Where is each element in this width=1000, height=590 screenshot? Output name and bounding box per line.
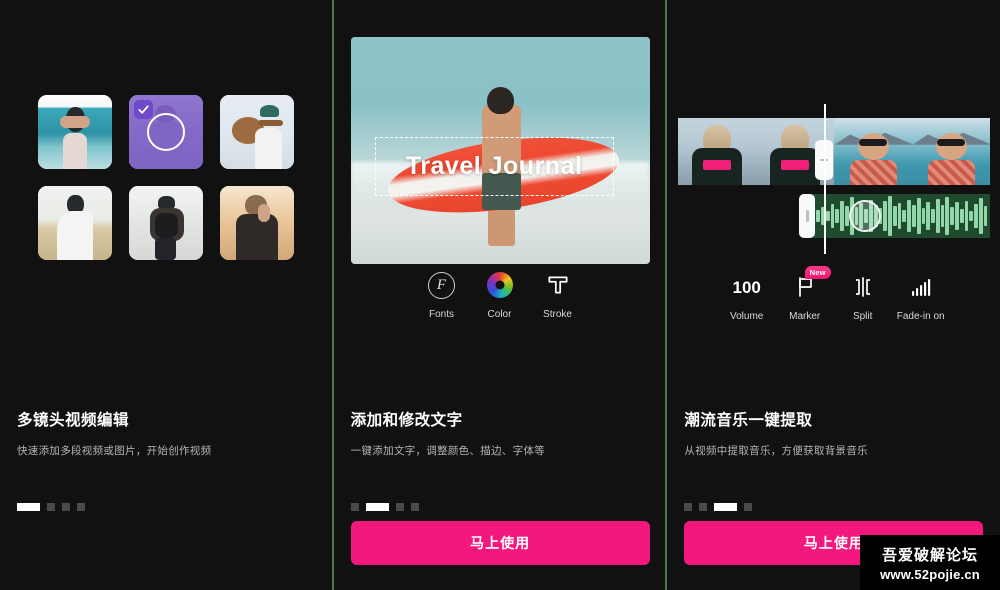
thumbnail-beach-dance[interactable] (37, 95, 112, 169)
color-tool[interactable]: Color (471, 270, 529, 320)
panel-copy: 添加和修改文字 一键添加文字，调整颜色、描边、字体等 (351, 408, 649, 458)
page-indicator[interactable] (350, 503, 419, 511)
watermark-title: 吾爱破解论坛 (881, 546, 978, 564)
volume-tool-label: Volume (729, 311, 764, 322)
split-icon (851, 272, 875, 302)
audio-trim-handle[interactable] (799, 194, 816, 238)
stroke-t-icon (545, 270, 571, 300)
page-dot-2[interactable] (365, 503, 389, 511)
fonts-tool[interactable]: F Fonts (413, 270, 471, 320)
playhead[interactable] (824, 104, 827, 254)
fade-in-tool[interactable]: Fade-in on (892, 272, 950, 322)
page-title: 潮流音乐一键提取 (684, 412, 813, 429)
panel-multi-clip: 多镜头视频编辑 快速添加多段视频或图片，开始创作视频 (0, 0, 332, 590)
stroke-tool[interactable]: Stroke (529, 270, 587, 320)
onboarding-screens: 多镜头视频编辑 快速添加多段视频或图片，开始创作视频 Travel Journa… (0, 0, 1000, 590)
new-badge: New (804, 266, 831, 279)
page-indicator[interactable] (684, 503, 753, 511)
text-overlay-selection[interactable]: Travel Journal (374, 136, 614, 196)
page-dot-1[interactable] (17, 503, 40, 511)
page-dot-1[interactable] (350, 503, 359, 511)
marker-tool[interactable]: New Marker (776, 266, 834, 322)
audio-toolbar: 100 Volume New Marker Split Fade-in on (667, 266, 1000, 323)
page-dot-3[interactable] (714, 503, 738, 511)
watermark: 吾爱破解论坛 www.52pojie.cn (860, 535, 1000, 590)
timeline-frame[interactable] (912, 118, 991, 185)
check-icon (133, 100, 153, 119)
split-tool-label: Split (852, 311, 873, 322)
page-subtitle: 一键添加文字，调整颜色、描边、字体等 (350, 445, 546, 457)
volume-number-icon: 100 (732, 277, 761, 297)
page-dot-1[interactable] (684, 503, 693, 511)
page-dot-4[interactable] (744, 503, 753, 511)
split-tool[interactable]: Split (834, 272, 892, 322)
video-preview[interactable]: Travel Journal (350, 37, 650, 264)
text-toolbar: F Fonts Color Stroke (334, 270, 666, 320)
thumbnail-field-dress[interactable] (37, 186, 112, 260)
audio-track[interactable] (813, 194, 991, 238)
fade-in-tool-label: Fade-in on (896, 311, 945, 322)
watermark-url: www.52pojie.cn (880, 566, 980, 582)
selection-circle-icon (146, 113, 185, 151)
thumbnail-couple-selected[interactable] (128, 95, 203, 169)
page-title: 多镜头视频编辑 (17, 412, 130, 429)
stroke-tool-label: Stroke (543, 309, 572, 320)
thumbnail-guitar-walk[interactable] (219, 95, 294, 169)
volume-tool[interactable]: 100 Volume (718, 272, 776, 323)
page-dot-3[interactable] (62, 503, 70, 511)
page-dot-2[interactable] (47, 503, 55, 511)
color-wheel-icon (486, 270, 513, 300)
video-track[interactable] (678, 118, 991, 185)
page-subtitle: 快速添加多段视频或图片，开始创作视频 (17, 445, 212, 457)
waveform-icon (813, 194, 990, 238)
fade-bars-icon (909, 272, 933, 302)
timeline-frame[interactable] (678, 118, 757, 185)
text-overlay-value: Travel Journal (405, 151, 583, 180)
page-dot-2[interactable] (699, 503, 708, 511)
thumbnail-gallery (0, 95, 332, 260)
page-title: 添加和修改文字 (350, 412, 463, 429)
color-tool-label: Color (487, 309, 512, 320)
page-dot-4[interactable] (77, 503, 85, 511)
fonts-icon: F (428, 270, 455, 300)
panel-text-editing: Travel Journal F Fonts Color Stroke 添加和修… (333, 0, 666, 590)
panel-copy: 多镜头视频编辑 快速添加多段视频或图片，开始创作视频 (17, 408, 315, 458)
page-dot-4[interactable] (410, 503, 419, 511)
thumbnail-golden-hour[interactable] (219, 186, 294, 260)
page-subtitle: 从视频中提取音乐，方便获取背景音乐 (684, 445, 868, 457)
panel-copy: 潮流音乐一键提取 从视频中提取音乐，方便获取背景音乐 (684, 408, 983, 458)
page-dot-3[interactable] (395, 503, 404, 511)
page-indicator[interactable] (17, 503, 85, 511)
thumbnail-backpack-snow[interactable] (128, 186, 203, 260)
timeline[interactable] (667, 104, 1000, 254)
panel-music-extract: 100 Volume New Marker Split Fade-in on 潮… (667, 0, 1000, 590)
fonts-tool-label: Fonts (428, 309, 454, 320)
marker-tool-label: Marker (789, 311, 821, 322)
timeline-frame[interactable] (834, 118, 913, 185)
start-using-button[interactable]: 马上使用 (350, 521, 650, 565)
